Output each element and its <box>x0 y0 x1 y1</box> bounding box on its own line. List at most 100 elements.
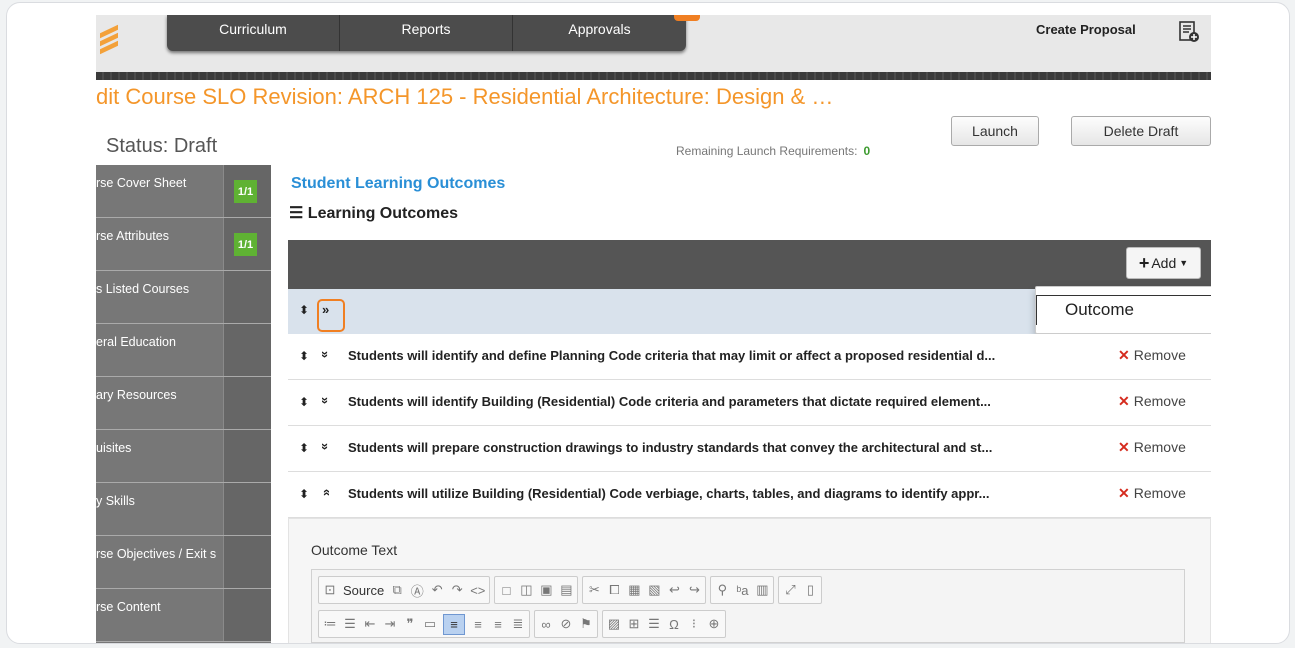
drag-handle-icon[interactable]: ⬍ <box>299 349 309 363</box>
remove-button[interactable]: ✕ Remove <box>1118 485 1186 502</box>
maximize-icon[interactable]: ⤢ <box>783 582 797 598</box>
nav-item-approvals-label: Approvals <box>568 21 631 37</box>
page-break-icon[interactable]: ⁝ <box>687 616 701 632</box>
preview-icon[interactable]: ◫ <box>519 582 533 598</box>
div-icon[interactable]: ▭ <box>423 616 437 632</box>
image-icon[interactable]: ▨ <box>607 616 621 632</box>
find-icon[interactable]: ⧉ <box>390 582 404 598</box>
sidebar-item-general-education[interactable]: eral Education <box>96 324 271 377</box>
remove-x-icon: ✕ <box>1118 393 1130 409</box>
sidebar-item-objectives[interactable]: rse Objectives / Exit s <box>96 536 271 589</box>
table-icon[interactable]: ⊞ <box>627 616 641 632</box>
sidebar-item-requisites[interactable]: uisites <box>96 430 271 483</box>
collapse-icon[interactable]: » <box>318 489 333 496</box>
sidebar-item-course-content[interactable]: rse Content <box>96 589 271 642</box>
templates-icon[interactable]: ▤ <box>559 582 573 598</box>
new-page-icon[interactable]: □ <box>499 583 513 598</box>
outcome-row: ⬍ » Students will utilize Building (Resi… <box>288 472 1211 518</box>
drag-handle-icon[interactable]: ⬍ <box>299 395 309 409</box>
select-all-icon[interactable]: Ⓐ <box>410 581 424 600</box>
source-button[interactable]: Source <box>343 583 384 598</box>
sidebar-item-count-cell <box>223 324 271 376</box>
print-icon[interactable]: ▣ <box>539 582 553 598</box>
outdent-icon[interactable]: ⇤ <box>363 616 377 632</box>
nav-item-reports[interactable]: Reports <box>340 15 513 51</box>
numbered-list-icon[interactable]: ≔ <box>323 616 337 632</box>
outcome-text[interactable]: Students will utilize Building (Resident… <box>348 486 1038 501</box>
spellcheck-icon[interactable]: ▥ <box>755 582 769 598</box>
outcome-text[interactable]: Students will identify Building (Residen… <box>348 394 1038 409</box>
copy-icon[interactable]: ⧠ <box>607 582 621 598</box>
expand-icon[interactable]: » <box>318 397 333 404</box>
code-icon[interactable]: <> <box>470 583 485 598</box>
sidebar-item-cover-sheet[interactable]: rse Cover Sheet 1/1 <box>96 165 271 218</box>
drag-handle-icon[interactable]: ⬍ <box>299 441 309 455</box>
bulleted-list-icon[interactable]: ☰ <box>343 616 357 632</box>
drag-handle-icon[interactable]: ⬍ <box>299 487 309 501</box>
undo-icon[interactable]: ↩ <box>667 582 681 598</box>
section-title[interactable]: Student Learning Outcomes <box>291 175 505 193</box>
sort-handle-icon[interactable]: ⬍ <box>299 303 309 317</box>
link-icon[interactable]: ∞ <box>539 617 553 632</box>
rich-text-toolbar: ⊡ Source ⧉ Ⓐ ↶ ↷ <> □ ◫ ▣ ▤ ✂ ⧠ ▦ ▧ ↩ ↪ <box>311 569 1185 643</box>
outcome-row: ⬍ » Students will identify Building (Res… <box>288 380 1211 426</box>
dropdown-option-outcome[interactable]: Outcome <box>1036 295 1211 325</box>
show-blocks-icon[interactable]: ▯ <box>803 582 817 598</box>
source-icon[interactable]: ⊡ <box>323 582 337 598</box>
horizontal-line-icon[interactable]: ☰ <box>647 616 661 632</box>
add-button[interactable]: + Add ▼ <box>1126 247 1201 279</box>
sidebar-item-label: uisites <box>96 441 132 455</box>
launch-requirements-count: 0 <box>863 144 871 158</box>
nav-item-curriculum[interactable]: Curriculum <box>167 15 340 51</box>
anchor-flag-icon[interactable]: ⚑ <box>579 616 593 632</box>
status-label: Status: Draft <box>106 135 218 157</box>
replace-icon[interactable]: ᵇa <box>735 583 749 598</box>
main-nav: Curriculum Reports Approvals <box>167 15 700 51</box>
search-icon[interactable]: ⚲ <box>715 582 729 598</box>
cut-icon[interactable]: ✂ <box>587 582 601 598</box>
create-proposal-icon[interactable] <box>1178 21 1200 43</box>
remove-button[interactable]: ✕ Remove <box>1118 347 1186 364</box>
delete-draft-button[interactable]: Delete Draft <box>1071 116 1211 146</box>
launch-button[interactable]: Launch <box>951 116 1039 146</box>
paste-text-icon[interactable]: ▧ <box>647 582 661 598</box>
toolbar-group-page: □ ◫ ▣ ▤ <box>494 576 579 604</box>
align-left-icon[interactable]: ≡ <box>443 613 465 635</box>
nav-item-approvals[interactable]: Approvals <box>513 15 700 51</box>
remove-button[interactable]: ✕ Remove <box>1118 439 1186 456</box>
notification-badge <box>674 15 700 21</box>
toolbar-row-1: ⊡ Source ⧉ Ⓐ ↶ ↷ <> □ ◫ ▣ ▤ ✂ ⧠ ▦ ▧ ↩ ↪ <box>318 576 823 604</box>
outcome-text[interactable]: Students will identify and define Planni… <box>348 348 1038 363</box>
paste-icon[interactable]: ▦ <box>627 582 641 598</box>
sidebar-item-label: rse Content <box>96 600 161 614</box>
special-char-icon[interactable]: Ω <box>667 617 681 632</box>
sidebar-item-cross-listed[interactable]: s Listed Courses <box>96 271 271 324</box>
align-right-icon[interactable]: ≡ <box>491 617 505 632</box>
toolbar-group-document: ⊡ Source ⧉ Ⓐ ↶ ↷ <> <box>318 576 491 604</box>
indent-icon[interactable]: ⇥ <box>383 616 397 632</box>
justify-icon[interactable]: ≣ <box>511 616 525 632</box>
expand-icon[interactable]: » <box>318 443 333 450</box>
sidebar-item-count-cell <box>223 430 271 482</box>
outcome-text[interactable]: Students will prepare construction drawi… <box>348 440 1038 455</box>
undo-format-icon[interactable]: ↶ <box>430 582 444 598</box>
add-dropdown-menu: Outcome <box>1035 286 1211 334</box>
sidebar-item-entry-skills[interactable]: y Skills <box>96 483 271 536</box>
unlink-icon[interactable]: ⊘ <box>559 616 573 632</box>
outcome-row: ⬍ » Students will prepare construction d… <box>288 426 1211 472</box>
remove-x-icon: ✕ <box>1118 439 1130 455</box>
expand-icon[interactable]: » <box>318 351 333 358</box>
sidebar-item-attributes[interactable]: rse Attributes 1/1 <box>96 218 271 271</box>
blockquote-icon[interactable]: ❞ <box>403 616 417 632</box>
create-proposal-link[interactable]: Create Proposal <box>1036 22 1136 37</box>
remove-button[interactable]: ✕ Remove <box>1118 393 1186 410</box>
redo-format-icon[interactable]: ↷ <box>450 582 464 598</box>
header-divider <box>96 72 1211 80</box>
sidebar-item-count-cell: 1/1 <box>223 165 271 217</box>
redo-icon[interactable]: ↪ <box>687 582 701 598</box>
sidebar-item-library-resources[interactable]: ary Resources <box>96 377 271 430</box>
outcomes-heading-label: Learning Outcomes <box>307 205 459 222</box>
align-center-icon[interactable]: ≡ <box>471 617 485 632</box>
iframe-icon[interactable]: ⊕ <box>707 616 721 632</box>
sidebar: rse Cover Sheet 1/1 rse Attributes 1/1 s… <box>96 165 271 643</box>
